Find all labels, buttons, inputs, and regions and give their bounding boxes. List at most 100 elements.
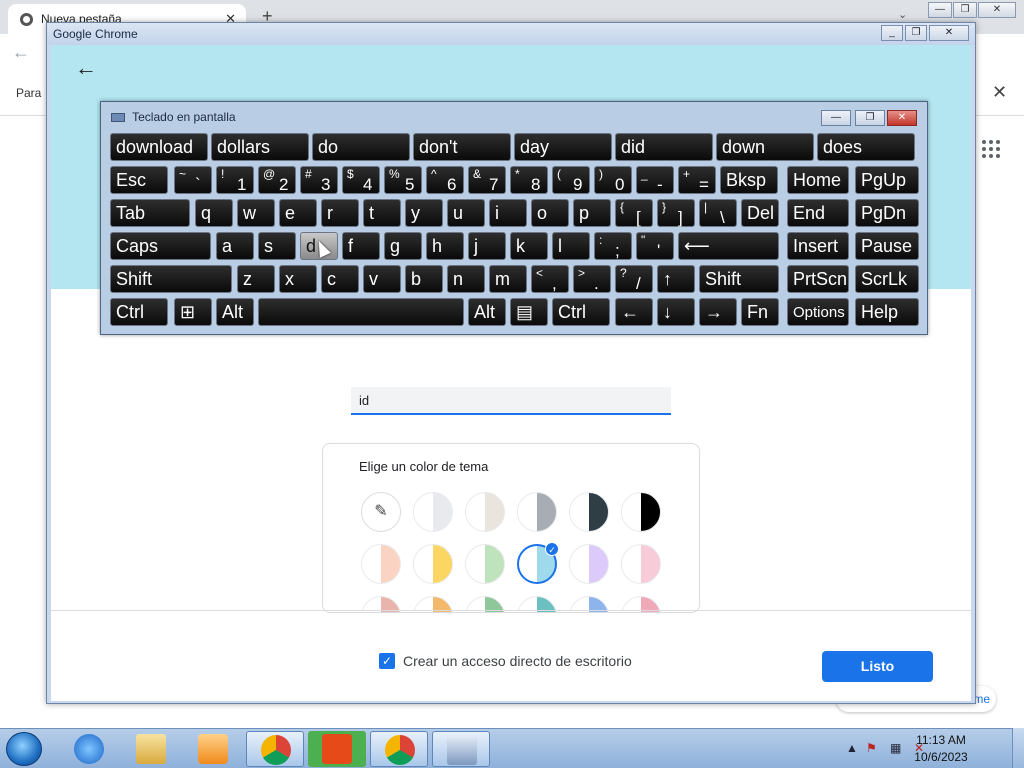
key-options[interactable]: Options xyxy=(787,298,849,326)
key-esc[interactable]: Esc xyxy=(110,166,168,194)
key-f[interactable]: f xyxy=(342,232,380,260)
key-v[interactable]: v xyxy=(363,265,401,293)
key-period[interactable]: >. xyxy=(573,265,611,293)
key-o[interactable]: o xyxy=(531,199,569,227)
theme-swatch[interactable] xyxy=(361,544,401,584)
key-3[interactable]: #3 xyxy=(300,166,338,194)
key-pgup[interactable]: PgUp xyxy=(855,166,919,194)
desktop-shortcut-label[interactable]: Crear un acceso directo de escritorio xyxy=(403,653,632,669)
theme-swatch[interactable] xyxy=(465,544,505,584)
key-insert[interactable]: Insert xyxy=(787,232,849,260)
key-up[interactable]: ↑ xyxy=(657,265,695,293)
taskbar-ie[interactable] xyxy=(60,731,118,767)
key-home[interactable]: Home xyxy=(787,166,849,194)
dialog-minimize-button[interactable]: _ xyxy=(881,25,903,41)
key-rbracket[interactable]: }] xyxy=(657,199,695,227)
key-5[interactable]: % 5 xyxy=(384,166,422,194)
dialog-close-button[interactable]: ✕ xyxy=(929,25,969,41)
theme-swatch[interactable] xyxy=(621,492,661,532)
tab-search-icon[interactable]: ⌄ xyxy=(898,8,907,21)
key-x[interactable]: x xyxy=(279,265,317,293)
key-y[interactable]: y xyxy=(405,199,443,227)
key-win[interactable]: ⊞ xyxy=(174,298,212,326)
prediction-key[interactable]: did xyxy=(615,133,713,161)
taskbar-chrome-1[interactable] xyxy=(246,731,304,767)
key-semicolon[interactable]: :; xyxy=(594,232,632,260)
taskbar-explorer[interactable] xyxy=(122,731,180,767)
prediction-key[interactable]: do xyxy=(312,133,410,161)
prediction-key[interactable]: down xyxy=(716,133,814,161)
key-w[interactable]: w xyxy=(237,199,275,227)
theme-swatch[interactable] xyxy=(569,544,609,584)
key-k[interactable]: k xyxy=(510,232,548,260)
start-button-icon[interactable] xyxy=(6,732,42,766)
key-l[interactable]: l xyxy=(552,232,590,260)
network-icon[interactable]: ▦ xyxy=(890,741,901,755)
outer-close-button[interactable]: ✕ xyxy=(978,2,1016,18)
key-b[interactable]: b xyxy=(405,265,443,293)
theme-swatch[interactable] xyxy=(465,492,505,532)
done-button[interactable]: Listo xyxy=(822,651,933,682)
outer-minimize-button[interactable]: — xyxy=(928,2,952,18)
key-2[interactable]: @2 xyxy=(258,166,296,194)
taskbar-office[interactable] xyxy=(308,731,366,767)
key-caps[interactable]: Caps xyxy=(110,232,211,260)
key-down[interactable]: ↓ xyxy=(657,298,695,326)
key-help[interactable]: Help xyxy=(855,298,919,326)
key-9[interactable]: (9 xyxy=(552,166,590,194)
key-h[interactable]: h xyxy=(426,232,464,260)
key-p[interactable]: p xyxy=(573,199,611,227)
key-del[interactable]: Del xyxy=(741,199,779,227)
key-lalt[interactable]: Alt xyxy=(216,298,254,326)
key-slash[interactable]: ? / xyxy=(615,265,653,293)
key-backslash[interactable]: | \ xyxy=(699,199,737,227)
back-arrow-icon[interactable]: ← xyxy=(75,55,97,81)
key-0[interactable]: ) 0 xyxy=(594,166,632,194)
key-n[interactable]: n xyxy=(447,265,485,293)
key-t[interactable]: t xyxy=(363,199,401,227)
key-7[interactable]: & 7 xyxy=(468,166,506,194)
key-pgdn[interactable]: PgDn xyxy=(855,199,919,227)
key-z[interactable]: z xyxy=(237,265,275,293)
key-space[interactable] xyxy=(258,298,464,326)
key-8[interactable]: * 8 xyxy=(510,166,548,194)
key-lshift[interactable]: Shift xyxy=(110,265,232,293)
key-e[interactable]: e xyxy=(279,199,317,227)
key-a[interactable]: a xyxy=(216,232,254,260)
key-g[interactable]: g xyxy=(384,232,422,260)
key-fn[interactable]: Fn xyxy=(741,298,779,326)
tray-expand-icon[interactable]: ▲ xyxy=(846,741,858,755)
desktop-shortcut-checkbox[interactable]: ✓ xyxy=(379,653,395,669)
key-minus[interactable]: _ - xyxy=(636,166,674,194)
key-comma[interactable]: <, xyxy=(531,265,569,293)
key-left[interactable]: ← xyxy=(615,298,653,326)
prediction-key[interactable]: does xyxy=(817,133,915,161)
key-menu[interactable]: ▤ xyxy=(510,298,548,326)
key-c[interactable]: c xyxy=(321,265,359,293)
key-ralt[interactable]: Alt xyxy=(468,298,506,326)
key-tilde[interactable]: ~ ` xyxy=(174,166,212,194)
theme-swatch[interactable] xyxy=(413,492,453,532)
key-r[interactable]: r xyxy=(321,199,359,227)
outer-back-icon[interactable]: ← xyxy=(12,42,30,63)
key-q[interactable]: q xyxy=(195,199,233,227)
eyedropper-icon[interactable]: ✎ xyxy=(361,492,401,532)
taskbar-osk[interactable] xyxy=(432,731,490,767)
taskbar-media-player[interactable] xyxy=(184,731,242,767)
apps-grid-icon[interactable] xyxy=(982,140,1000,158)
key-m[interactable]: m xyxy=(489,265,527,293)
key-6[interactable]: ^ 6 xyxy=(426,166,464,194)
key-lbracket[interactable]: {[ xyxy=(615,199,653,227)
prediction-key[interactable]: don't xyxy=(413,133,511,161)
dialog-restore-button[interactable]: ❐ xyxy=(905,25,927,41)
clock-time[interactable]: 11:13 AM xyxy=(906,733,976,747)
key-rshift[interactable]: Shift xyxy=(699,265,779,293)
key-pause[interactable]: Pause xyxy=(855,232,919,260)
show-desktop-button[interactable] xyxy=(1012,728,1024,768)
key-4[interactable]: $4 xyxy=(342,166,380,194)
theme-swatch[interactable] xyxy=(569,492,609,532)
key-i[interactable]: i xyxy=(489,199,527,227)
key-s[interactable]: s xyxy=(258,232,296,260)
key-j[interactable]: j xyxy=(468,232,506,260)
theme-swatch[interactable] xyxy=(621,544,661,584)
